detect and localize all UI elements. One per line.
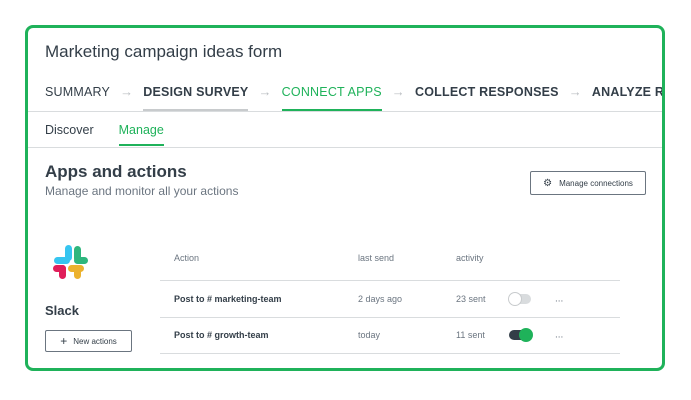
row-activity: 11 sent: [456, 330, 485, 340]
row-action: Post to # marketing-team: [174, 294, 282, 304]
step-arrow-icon: →: [568, 84, 582, 99]
step-collect-responses[interactable]: COLLECT RESPONSES: [415, 85, 559, 99]
slack-logo-icon: [53, 245, 88, 279]
subtabs: Discover Manage: [45, 123, 189, 146]
step-arrow-icon: →: [120, 84, 134, 99]
tab-discover[interactable]: Discover: [45, 123, 94, 137]
manage-connections-label: Manage connections: [559, 178, 633, 188]
more-icon[interactable]: ...: [555, 330, 563, 341]
table-header: Action last send activity: [160, 246, 620, 270]
row-divider: [160, 353, 620, 354]
table-row: Post to # marketing-team 2 days ago 23 s…: [160, 281, 620, 317]
row-last-send: today: [358, 330, 381, 340]
row-activity: 23 sent: [456, 294, 486, 304]
gear-icon: ⚙: [543, 177, 553, 189]
step-arrow-icon: →: [258, 84, 272, 99]
steps-divider: [28, 111, 662, 112]
step-arrow-icon: →: [391, 84, 405, 99]
subtabs-divider: [28, 147, 662, 148]
row-toggle[interactable]: [509, 328, 533, 342]
table-row: Post to # growth-team today 11 sent ...: [160, 317, 620, 353]
row-last-send: 2 days ago: [358, 294, 403, 304]
header-last-send: last send: [358, 253, 395, 263]
app-name: Slack: [45, 303, 79, 318]
step-connect-apps[interactable]: CONNECT APPS: [281, 85, 382, 111]
step-summary[interactable]: SUMMARY: [45, 85, 110, 99]
toggle-switch-on[interactable]: [509, 328, 533, 342]
new-actions-button[interactable]: + New actions: [45, 330, 132, 352]
row-action: Post to # growth-team: [174, 330, 269, 340]
new-actions-label: New actions: [73, 336, 117, 346]
plus-icon: +: [60, 334, 68, 348]
step-design-survey[interactable]: DESIGN SURVEY: [143, 85, 249, 111]
survey-panel: Marketing campaign ideas form SUMMARY → …: [25, 25, 665, 371]
actions-table: Action last send activity Post to # mark…: [160, 246, 620, 354]
row-toggle[interactable]: [508, 292, 531, 306]
toggle-switch-off[interactable]: [508, 292, 531, 306]
header-action: Action: [174, 253, 200, 263]
step-analyze-results[interactable]: ANALYZE RESULTS: [592, 85, 662, 99]
more-icon[interactable]: ...: [555, 294, 563, 305]
header-activity: activity: [456, 253, 484, 263]
step-navigation: SUMMARY → DESIGN SURVEY → CONNECT APPS →…: [45, 84, 662, 111]
tab-manage[interactable]: Manage: [118, 123, 164, 146]
manage-connections-button[interactable]: ⚙ Manage connections: [530, 171, 646, 195]
section-title: Apps and actions: [45, 162, 187, 181]
form-title: Marketing campaign ideas form: [45, 42, 283, 61]
section-subtitle: Manage and monitor all your actions: [45, 184, 239, 198]
